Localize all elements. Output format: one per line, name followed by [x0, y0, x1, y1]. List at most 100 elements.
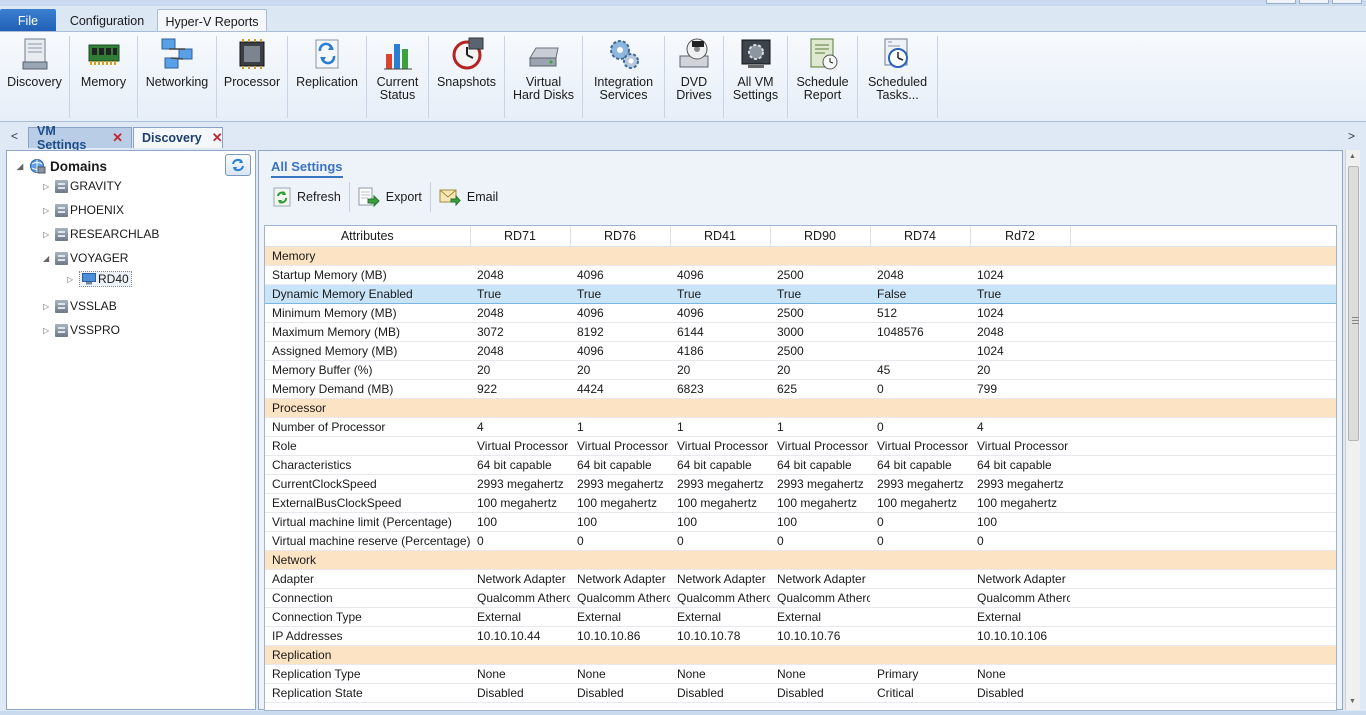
- table-row[interactable]: Role Virtual Processor Virtual Processor Vi…: [265, 436, 1336, 456]
- close-tab-icon[interactable]: ✕: [112, 130, 123, 146]
- group-header-row[interactable]: Replication: [265, 645, 1336, 665]
- table-row[interactable]: Maximum Memory (MB) 3072 8192 6144 3000 10485…: [265, 322, 1336, 342]
- value-cell: 512: [870, 303, 970, 323]
- table-row[interactable]: Virtual machine limit (Percentage) 100 100…: [265, 512, 1336, 532]
- group-header-row[interactable]: Processor: [265, 398, 1336, 418]
- tree-node-voyager[interactable]: ◢ VOYAGER: [43, 251, 128, 265]
- maximize-button[interactable]: [1299, 0, 1329, 4]
- value-cell: Qualcomm Atheros: [670, 588, 770, 608]
- collapse-triangle-icon[interactable]: ◢: [17, 162, 29, 171]
- value-cell: True: [970, 283, 1070, 304]
- scroll-up-icon[interactable]: ▲: [1349, 153, 1356, 160]
- table-row[interactable]: IP Addresses 10.10.10.44 10.10.10.86 10.10.…: [265, 626, 1336, 646]
- value-cell: 100 megahertz: [570, 493, 670, 513]
- scroll-down-icon[interactable]: ▼: [1349, 698, 1356, 705]
- tab-configuration[interactable]: Configuration: [60, 9, 154, 32]
- table-row[interactable]: Minimum Memory (MB) 2048 4096 4096 2500 512 10…: [265, 303, 1336, 323]
- value-cell: External: [970, 607, 1070, 627]
- close-window-button[interactable]: [1332, 0, 1362, 4]
- value-cell: 0: [870, 379, 970, 399]
- panel-title: All Settings: [271, 159, 343, 178]
- minimize-button[interactable]: [1266, 0, 1296, 4]
- tab-file[interactable]: File: [0, 9, 56, 32]
- value-cell: [870, 341, 970, 361]
- tree-node-researchlab[interactable]: ▷ RESEARCHLAB: [43, 227, 159, 241]
- ribbon-button-label: All VM Settings: [732, 75, 779, 102]
- table-row[interactable]: Number of Processor 4 1 1 1 0 4: [265, 417, 1336, 437]
- expand-triangle-icon[interactable]: ▷: [67, 275, 79, 284]
- refresh-button[interactable]: Refresh: [265, 182, 350, 212]
- tree-refresh-button[interactable]: [225, 154, 251, 176]
- doc-tab-vm-settings[interactable]: VM Settings ✕: [28, 124, 132, 152]
- ribbon-button-schedule-report[interactable]: Schedule Report: [788, 36, 858, 118]
- ribbon-button-dvd-drive[interactable]: DVD Drives: [665, 36, 724, 118]
- ribbon-button-vm-settings[interactable]: All VM Settings: [724, 36, 788, 118]
- doc-tab-discovery[interactable]: Discovery ✕: [133, 127, 223, 148]
- table-row[interactable]: ExternalBusClockSpeed 100 megahertz 100 me…: [265, 493, 1336, 513]
- domain-tree-panel: ◢ Domains ▷ GRAVITY ▷ PHOENIX ▷ RESEARCH…: [6, 150, 256, 710]
- value-cell: 1024: [970, 265, 1070, 285]
- table-row[interactable]: Adapter Network Adapter Network Adapter Net…: [265, 569, 1336, 589]
- table-row[interactable]: Replication Type None None None None Primary N…: [265, 664, 1336, 684]
- column-header[interactable]: Attributes: [265, 226, 471, 247]
- refresh-label: Refresh: [297, 190, 341, 204]
- close-tab-icon[interactable]: ✕: [212, 130, 223, 146]
- column-header[interactable]: RD90: [770, 226, 871, 247]
- expand-triangle-icon[interactable]: ▷: [43, 182, 55, 191]
- ribbon-button-scheduled-tasks[interactable]: Scheduled Tasks...: [858, 36, 938, 118]
- selected-table-row[interactable]: Dynamic Memory Enabled True True True True Fa…: [265, 283, 1336, 304]
- table-row[interactable]: Virtual machine reserve (Percentage) 0 0 0 0…: [265, 531, 1336, 551]
- table-row[interactable]: Characteristics 64 bit capable 64 bit capa…: [265, 455, 1336, 475]
- group-header-row[interactable]: Network: [265, 550, 1336, 570]
- tree-root-domains[interactable]: ◢ Domains: [17, 158, 107, 175]
- table-row[interactable]: Connection Qualcomm Atheros Qualcomm Ather…: [265, 588, 1336, 608]
- collapse-triangle-icon[interactable]: ◢: [43, 254, 55, 263]
- ribbon-button-memory-chip[interactable]: Memory: [70, 36, 138, 118]
- table-row[interactable]: Memory Demand (MB) 922 4424 6823 625 0 799: [265, 379, 1336, 399]
- window-controls: [1266, 0, 1362, 4]
- tree-node-phoenix[interactable]: ▷ PHOENIX: [43, 203, 124, 217]
- ribbon-button-processor[interactable]: Processor: [217, 36, 288, 118]
- selected-node[interactable]: RD40: [79, 271, 132, 287]
- column-header[interactable]: Rd72: [970, 226, 1071, 247]
- scrollbar-thumb[interactable]: [1348, 166, 1359, 441]
- expand-triangle-icon[interactable]: ▷: [43, 326, 55, 335]
- value-cell: 4096: [570, 265, 670, 285]
- ribbon-button-networking[interactable]: Networking: [138, 36, 217, 118]
- table-row[interactable]: Assigned Memory (MB) 2048 4096 4186 2500 1024: [265, 341, 1336, 361]
- ribbon-button-discovery[interactable]: Discovery: [0, 36, 70, 118]
- vertical-scrollbar[interactable]: ▲ ▼: [1345, 150, 1360, 710]
- tree-node-gravity[interactable]: ▷ GRAVITY: [43, 179, 122, 193]
- export-button[interactable]: Export: [350, 182, 431, 212]
- table-row[interactable]: Memory Buffer (%) 20 20 20 20 45 20: [265, 360, 1336, 380]
- table-row[interactable]: Replication State Disabled Disabled Disable…: [265, 683, 1336, 703]
- column-header[interactable]: RD71: [470, 226, 571, 247]
- scroll-tabs-left-icon[interactable]: <: [11, 129, 18, 143]
- table-row[interactable]: Connection Type External External External E…: [265, 607, 1336, 627]
- ribbon-button-snapshot-clock[interactable]: Snapshots: [429, 36, 505, 118]
- table-row[interactable]: CurrentClockSpeed 2993 megahertz 2993 mega…: [265, 474, 1336, 494]
- tree-node-vsslab[interactable]: ▷ VSSLAB: [43, 299, 117, 313]
- scroll-tabs-right-icon[interactable]: >: [1348, 129, 1355, 143]
- email-button[interactable]: Email: [431, 182, 506, 212]
- tree-node-vsspro[interactable]: ▷ VSSPRO: [43, 323, 120, 337]
- value-cell: 1048576: [870, 322, 970, 342]
- tree-node-rd40[interactable]: ▷ RD40: [67, 271, 132, 287]
- expand-triangle-icon[interactable]: ▷: [43, 206, 55, 215]
- attribute-name-cell: Startup Memory (MB): [265, 265, 470, 285]
- ribbon-button-replication[interactable]: Replication: [288, 36, 367, 118]
- filler-cell: [1070, 322, 1336, 342]
- column-header[interactable]: RD74: [870, 226, 971, 247]
- value-cell: Disabled: [470, 683, 570, 703]
- expand-triangle-icon[interactable]: ▷: [43, 230, 55, 239]
- group-header-row[interactable]: Memory: [265, 246, 1336, 266]
- value-cell: 0: [470, 531, 570, 551]
- column-header[interactable]: RD41: [670, 226, 771, 247]
- table-row[interactable]: Startup Memory (MB) 2048 4096 4096 2500 2048 1…: [265, 265, 1336, 285]
- ribbon-button-hard-disk[interactable]: Virtual Hard Disks: [505, 36, 583, 118]
- ribbon-button-status-chart[interactable]: Current Status: [367, 36, 429, 118]
- expand-triangle-icon[interactable]: ▷: [43, 302, 55, 311]
- tab-hyperv-reports[interactable]: Hyper-V Reports: [157, 9, 267, 33]
- ribbon-button-gears[interactable]: Integration Services: [583, 36, 665, 118]
- column-header[interactable]: RD76: [570, 226, 671, 247]
